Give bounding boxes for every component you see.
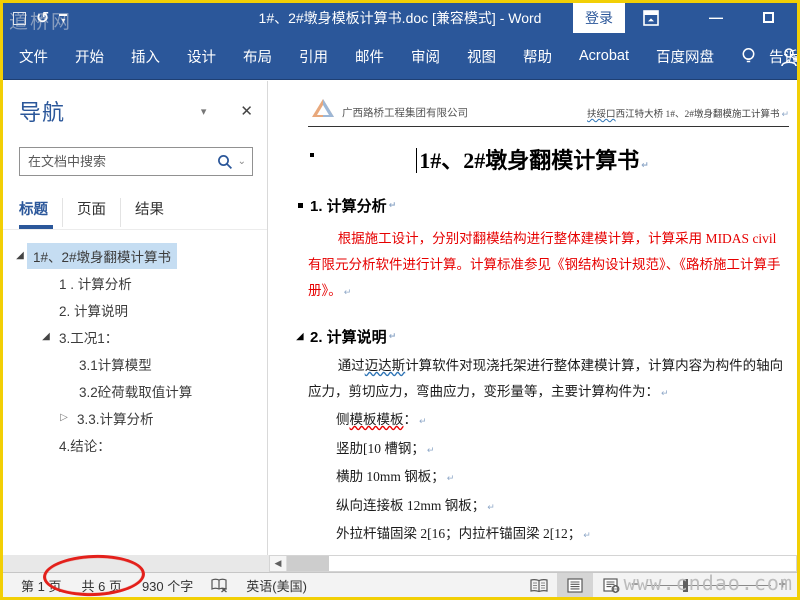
total-pages-status[interactable]: 共 6 页: [71, 576, 131, 595]
tree-item[interactable]: 2. 计算说明: [3, 296, 267, 323]
zoom-out-icon[interactable]: −: [631, 576, 640, 593]
tab-baidu-netdisk[interactable]: 百度网盘: [656, 46, 714, 67]
tree-item-label[interactable]: 3.工况1：: [53, 324, 124, 350]
scrollbar-thumb[interactable]: [287, 556, 329, 571]
ribbon: 文件 开始 插入 设计 布局 引用 邮件 审阅 视图 帮助 Acrobat 百度…: [3, 33, 797, 80]
page-number-status[interactable]: 第 1 页: [11, 576, 71, 595]
document-page[interactable]: 广西路桥工程集团有限公司 扶绥口西江特大桥 1#、2#墩身翻模施工计算书 ↵ 1#…: [268, 81, 797, 555]
web-layout-icon[interactable]: [593, 573, 629, 597]
tab-references[interactable]: 引用: [299, 46, 328, 67]
document-title: 1#、2#墩身翻模计算书 ↵: [268, 143, 797, 175]
zoom-thumb[interactable]: [683, 579, 688, 592]
nav-tab-headings[interactable]: 标题: [19, 198, 63, 229]
paragraph-calc-analysis: 根据施工设计，分别对翻模结构进行整体建模计算，计算采用 MIDAS civil …: [308, 231, 781, 298]
zoom-in-icon[interactable]: +: [778, 576, 787, 593]
search-options-chevron-icon[interactable]: ⌄: [238, 156, 246, 167]
component-item: 侧模板模板： ↵: [336, 412, 427, 427]
heading-2: ◢ 2. 计算说明 ↵: [294, 326, 797, 347]
tree-item-label[interactable]: 4.结论：: [53, 432, 117, 458]
tab-help[interactable]: 帮助: [523, 46, 552, 67]
maximize-button[interactable]: [751, 3, 785, 33]
navigation-pane-title: 导航: [19, 100, 66, 125]
search-input[interactable]: [28, 154, 217, 169]
navigation-options-dropdown-icon[interactable]: ▾: [201, 105, 207, 118]
tree-item-label[interactable]: 1 . 计算分析: [53, 270, 138, 296]
tree-item[interactable]: 1 . 计算分析: [3, 269, 267, 296]
nav-tab-results[interactable]: 结果: [135, 198, 178, 227]
component-item: 纵向连接板 12mm 钢板； ↵: [336, 497, 495, 513]
company-logo: [310, 97, 336, 119]
tree-item-label[interactable]: 1#、2#墩身翻模计算书: [27, 242, 178, 269]
ribbon-display-options-button[interactable]: [643, 3, 677, 33]
login-button[interactable]: 登录: [573, 3, 625, 33]
status-bar: 第 1 页 共 6 页 930 个字 英语(美国) − + www.cndao.…: [3, 571, 797, 597]
tree-item-label[interactable]: 3.2砼荷载取值计算: [73, 378, 198, 404]
application-window: ↺ ▾ 1#、2#墩身模板计算书.doc [兼容模式] - Word 登录 — …: [0, 0, 800, 600]
horizontal-scrollbar[interactable]: ◀: [269, 555, 797, 572]
header-company-name: 广西路桥工程集团有限公司: [342, 108, 468, 119]
tab-view[interactable]: 视图: [467, 46, 496, 67]
tab-acrobat[interactable]: Acrobat: [579, 48, 629, 64]
page-header: 广西路桥工程集团有限公司 扶绥口西江特大桥 1#、2#墩身翻模施工计算书 ↵: [308, 97, 789, 127]
tree-item-label[interactable]: 3.3.计算分析: [71, 405, 160, 431]
navigation-close-icon[interactable]: ✕: [240, 102, 253, 120]
heading-1: 1. 计算分析 ↵: [294, 195, 797, 216]
proofing-errors-icon[interactable]: [211, 578, 228, 593]
nav-tab-pages[interactable]: 页面: [77, 198, 121, 227]
tab-design[interactable]: 设计: [187, 46, 216, 67]
search-icon[interactable]: [217, 154, 233, 170]
tab-review[interactable]: 审阅: [411, 46, 440, 67]
language-status[interactable]: 英语(美国): [236, 576, 317, 595]
tab-layout[interactable]: 布局: [243, 46, 272, 67]
bottom-strip: ◀: [3, 555, 797, 572]
zoom-track[interactable]: [647, 585, 771, 586]
collapse-triangle-icon[interactable]: ◢: [13, 250, 27, 261]
collapse-triangle-icon[interactable]: ◢: [294, 331, 306, 342]
share-person-icon[interactable]: [779, 47, 797, 67]
header-right-text: 扶绥口西江特大桥 1#、2#墩身翻模施工计算书 ↵: [587, 110, 789, 120]
text-cursor: 1#、2#墩身翻模计算书: [416, 148, 640, 173]
headings-tree: ◢ 1#、2#墩身翻模计算书 1 . 计算分析 2. 计算说明 ◢ 3.工况1：…: [3, 242, 267, 458]
title-bar: ↺ ▾ 1#、2#墩身模板计算书.doc [兼容模式] - Word 登录 —: [3, 3, 797, 33]
navigation-pane: 导航 ▾ ✕ ⌄ 标题 页面 结果 ◢ 1#、2#墩身翻模计算书: [3, 81, 268, 555]
tree-item[interactable]: 3.1计算模型: [3, 350, 267, 377]
tree-item[interactable]: ▷ 3.3.计算分析: [3, 404, 267, 431]
print-layout-icon[interactable]: [557, 573, 593, 597]
outline-square-marker: [298, 203, 303, 208]
tab-file[interactable]: 文件: [19, 46, 48, 67]
read-mode-icon[interactable]: [521, 573, 557, 597]
tab-mailings[interactable]: 邮件: [355, 46, 384, 67]
lightbulb-icon: [741, 46, 756, 66]
collapse-triangle-icon[interactable]: ◢: [39, 331, 53, 342]
content-area: 导航 ▾ ✕ ⌄ 标题 页面 结果 ◢ 1#、2#墩身翻模计算书: [3, 81, 797, 555]
expand-triangle-icon[interactable]: ▷: [57, 412, 71, 423]
component-item: 横肋 10mm 钢板； ↵: [336, 469, 455, 484]
tree-item-label[interactable]: 2. 计算说明: [53, 297, 134, 323]
component-item: 竖肋[10 槽钢； ↵: [336, 440, 435, 456]
tree-item[interactable]: 3.2砼荷载取值计算: [3, 377, 267, 404]
scroll-left-arrow-icon[interactable]: ◀: [270, 556, 287, 571]
navigation-tabs: 标题 页面 结果: [19, 198, 267, 229]
tab-insert[interactable]: 插入: [131, 46, 160, 67]
tab-home[interactable]: 开始: [75, 46, 104, 67]
word-count-status[interactable]: 930 个字: [132, 576, 203, 595]
document-search-box[interactable]: ⌄: [19, 147, 253, 176]
zoom-slider: − +: [631, 573, 789, 597]
tree-item[interactable]: ◢ 3.工况1：: [3, 323, 267, 350]
window-title: 1#、2#墩身模板计算书.doc [兼容模式] - Word: [258, 10, 542, 26]
nav-pane-footer: [3, 555, 269, 572]
view-switcher: [521, 573, 629, 597]
outline-square-marker: [310, 153, 314, 157]
paragraph-mark: ↵: [781, 110, 789, 120]
paragraph-calc-description: 通过迈达斯计算软件对现浇托架进行整体建模计算，计算内容为构件的轴向应力，剪切应力…: [308, 358, 784, 399]
minimize-button[interactable]: —: [699, 3, 733, 33]
tree-item[interactable]: 4.结论：: [3, 431, 267, 458]
component-item: 外拉杆锚固梁 2[16；内拉杆锚固梁 2[12； ↵: [336, 526, 591, 541]
tree-item-label[interactable]: 3.1计算模型: [73, 351, 158, 377]
tree-item[interactable]: ◢ 1#、2#墩身翻模计算书: [3, 242, 267, 269]
